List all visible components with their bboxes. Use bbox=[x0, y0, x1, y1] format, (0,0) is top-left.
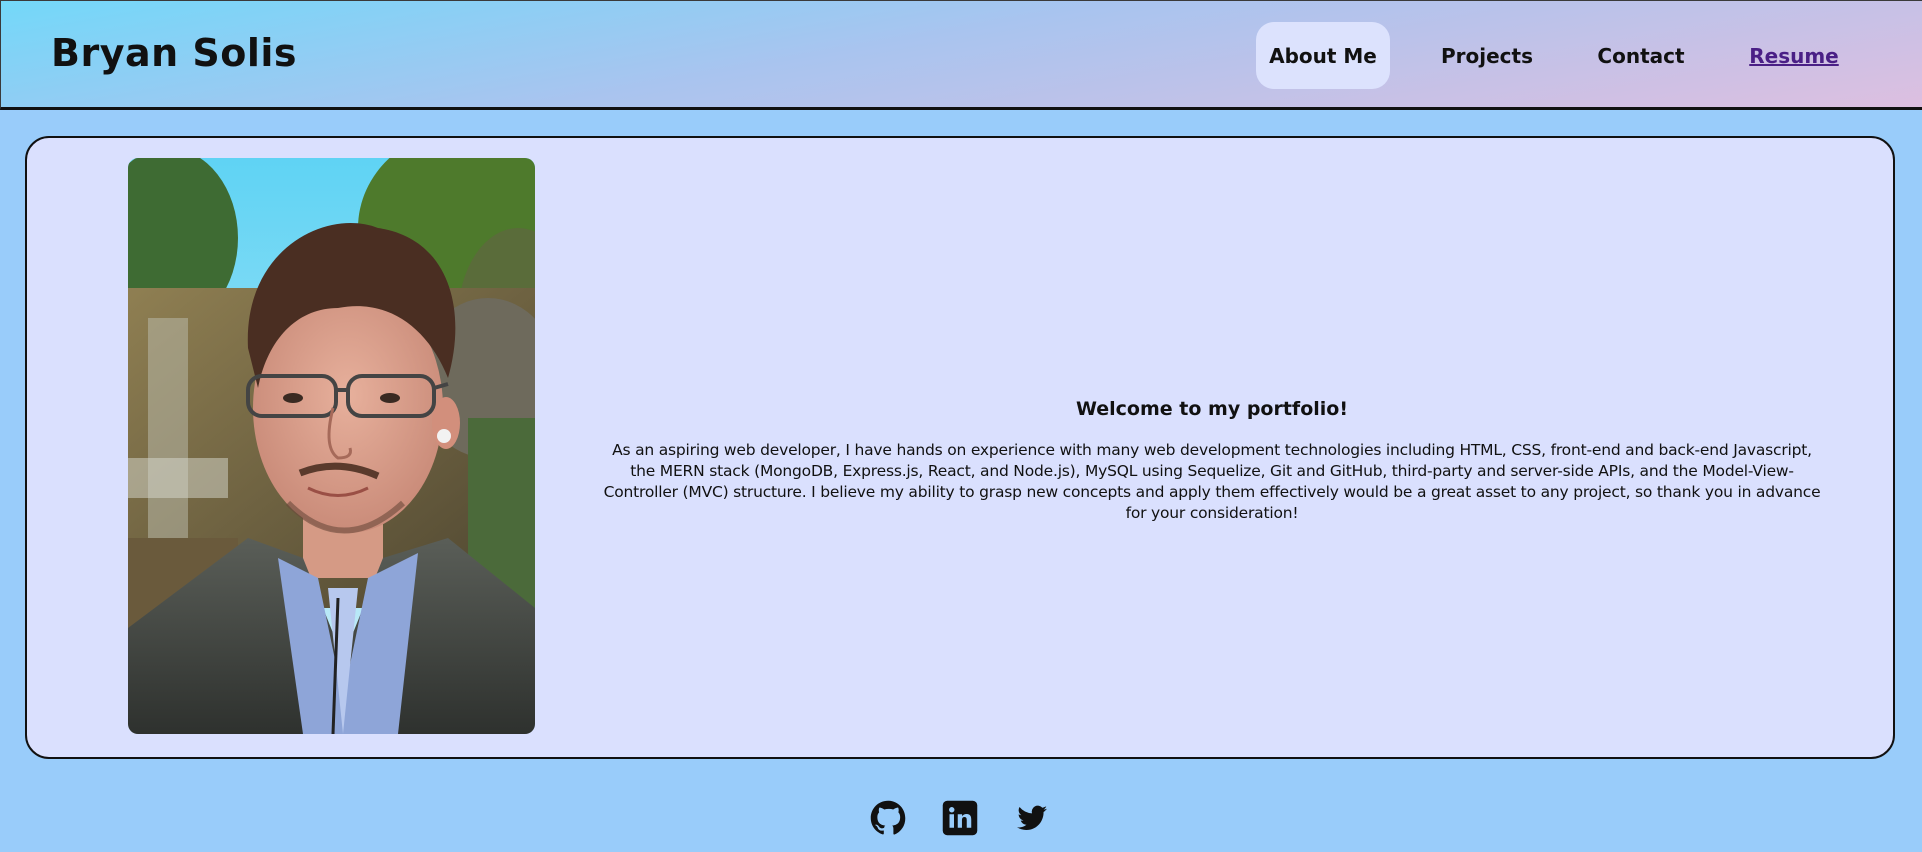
site-title: Bryan Solis bbox=[51, 31, 298, 75]
about-card: Welcome to my portfolio! As an aspiring … bbox=[25, 136, 1895, 759]
nav-projects[interactable]: Projects bbox=[1431, 22, 1543, 89]
linkedin-icon[interactable] bbox=[942, 800, 978, 836]
github-icon[interactable] bbox=[870, 800, 906, 836]
social-footer bbox=[0, 800, 1922, 840]
profile-photo bbox=[128, 158, 535, 734]
site-header: Bryan Solis About Me Projects Contact Re… bbox=[0, 0, 1922, 110]
bio-paragraph: As an aspiring web developer, I have han… bbox=[603, 441, 1821, 522]
nav-resume-link[interactable]: Resume bbox=[1749, 22, 1839, 89]
welcome-heading: Welcome to my portfolio! bbox=[1075, 398, 1348, 420]
intro-section: Welcome to my portfolio! As an aspiring … bbox=[577, 398, 1847, 524]
twitter-icon[interactable] bbox=[1014, 800, 1050, 836]
nav-contact[interactable]: Contact bbox=[1591, 22, 1691, 89]
nav-about-me[interactable]: About Me bbox=[1256, 22, 1390, 89]
